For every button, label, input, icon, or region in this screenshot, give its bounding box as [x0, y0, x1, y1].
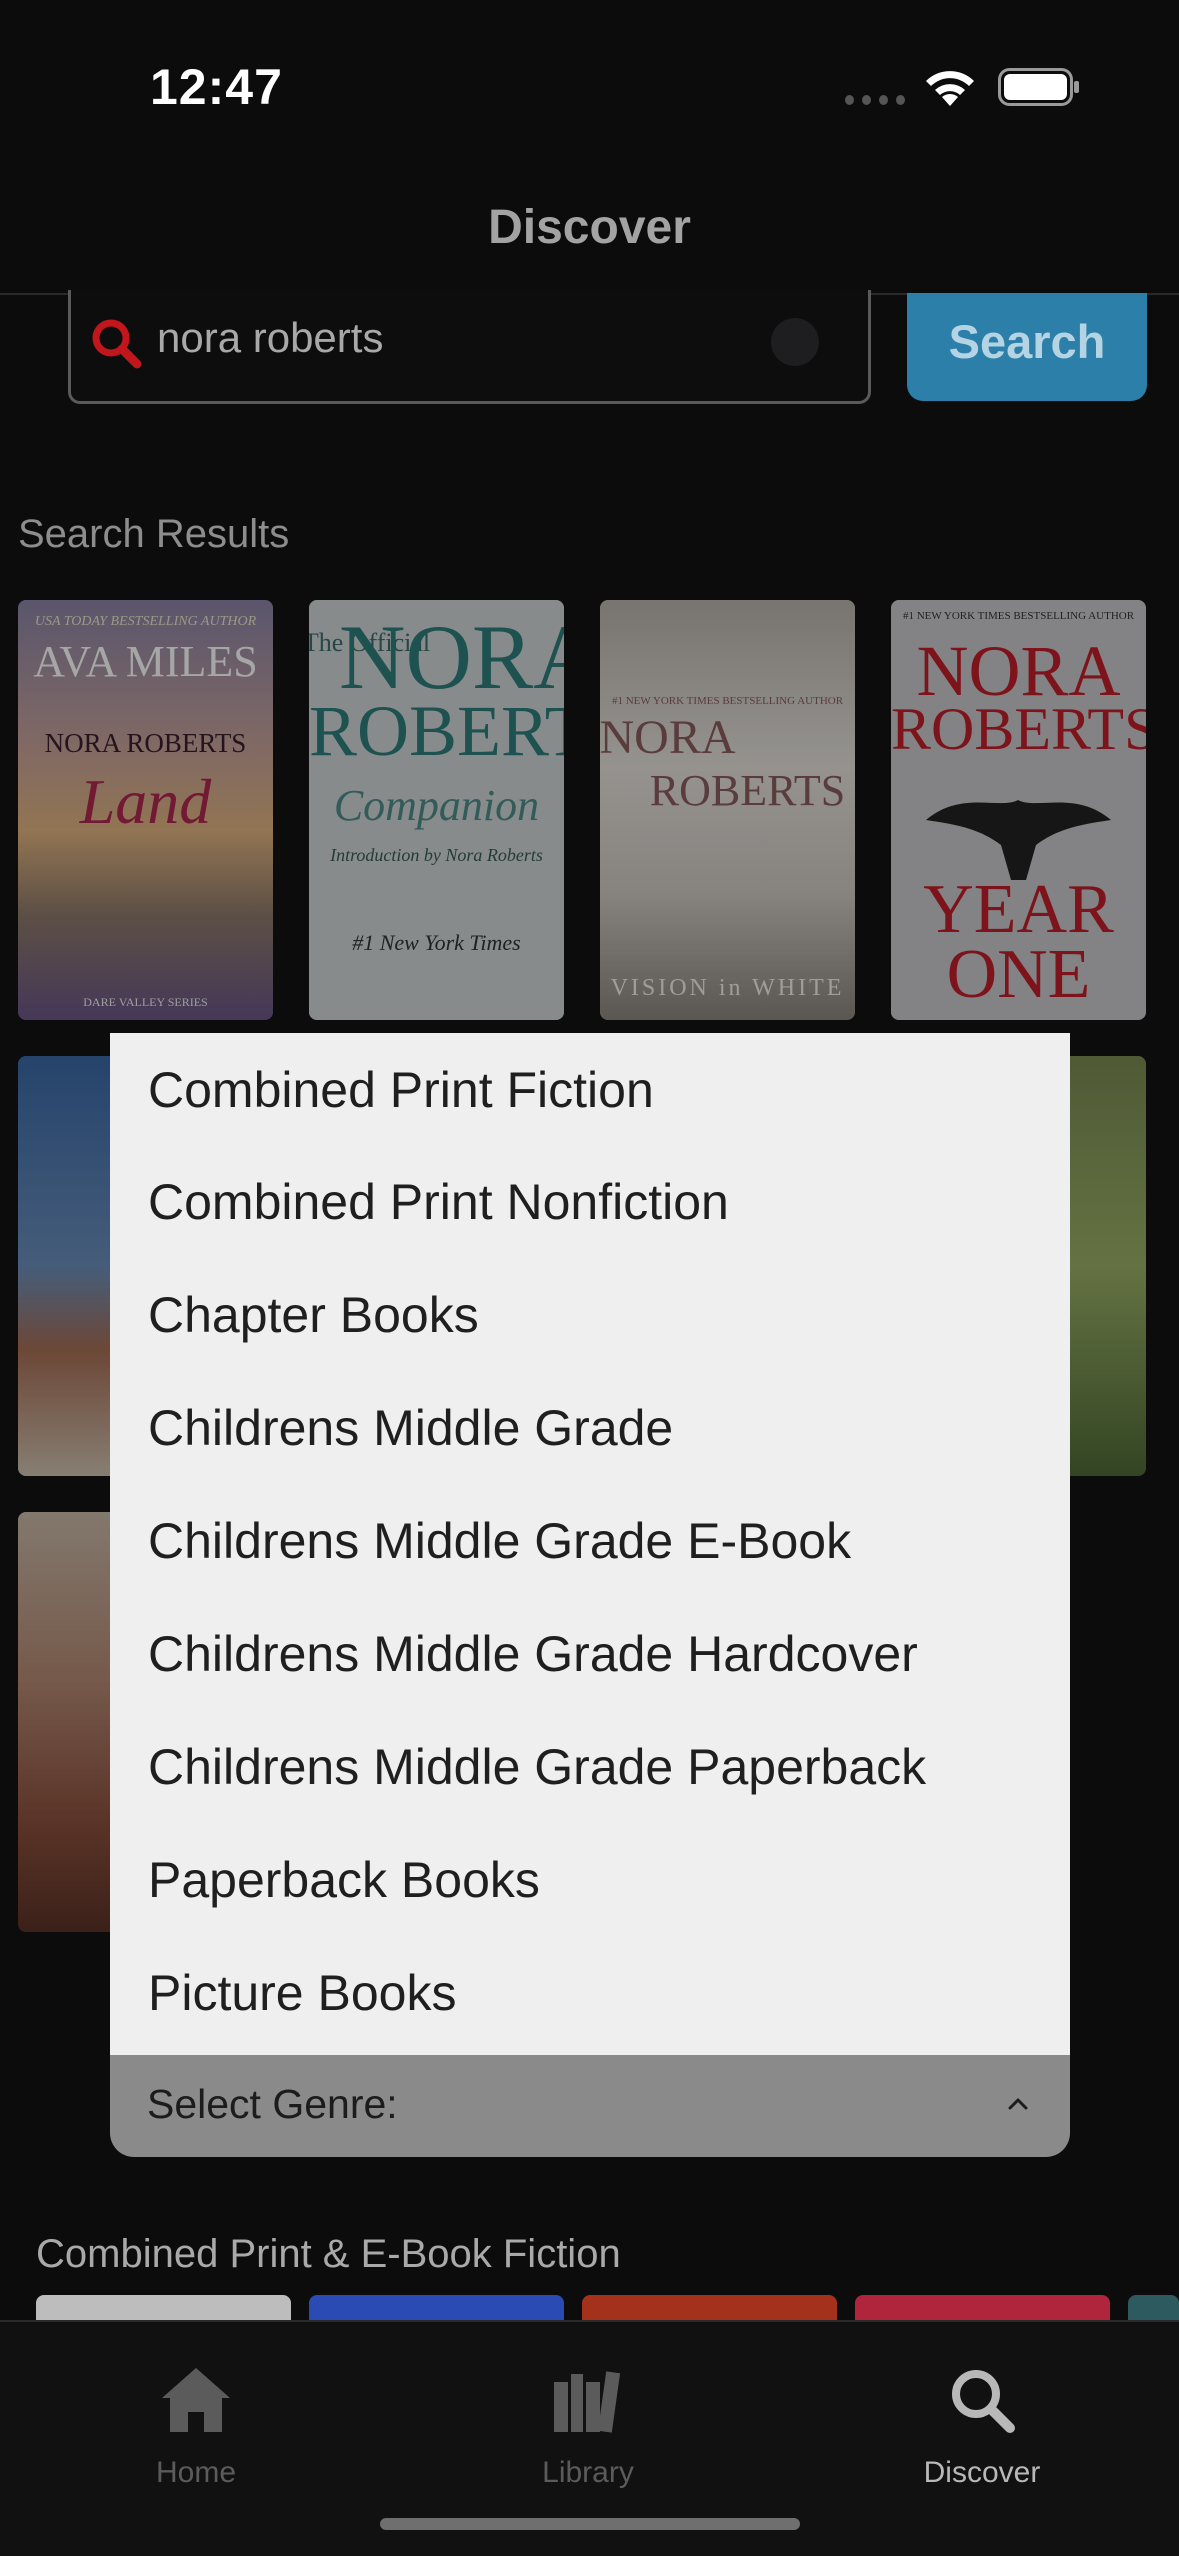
- library-icon: [554, 2371, 621, 2433]
- tab-home-label: Home: [155, 2456, 237, 2489]
- home-indicator: [380, 2518, 800, 2530]
- tab-library-label: Library: [542, 2456, 634, 2489]
- page-title: Discover: [488, 201, 691, 254]
- tab-discover[interactable]: Discover: [862, 2340, 1102, 2490]
- book-cover[interactable]: [18, 1512, 118, 1932]
- genre-option[interactable]: Combined Print Nonfiction: [110, 1120, 1070, 1233]
- genre-option[interactable]: Combined Print Fiction: [110, 1033, 1070, 1120]
- search-query: nora roberts: [157, 314, 384, 361]
- cellular-signal-icon: [845, 95, 905, 107]
- search-button[interactable]: Search: [907, 293, 1147, 401]
- search-results-title: Search Results: [18, 512, 290, 556]
- genre-select[interactable]: Select Genre:: [110, 2055, 1070, 2157]
- book-cover[interactable]: #1 NEW YORK TIMES BESTSELLING AUTHOR NOR…: [891, 600, 1146, 1020]
- battery-icon: [998, 68, 1079, 106]
- tab-discover-label: Discover: [923, 2456, 1041, 2489]
- search-input[interactable]: nora roberts: [68, 290, 871, 404]
- nav-header: Discover: [0, 170, 1179, 295]
- genre-option[interactable]: Childrens Middle Grade Hardcover: [110, 1572, 1070, 1685]
- list-section-title: Combined Print & E-Book Fiction: [36, 2232, 621, 2276]
- book-cover[interactable]: NORA #1 NEW YORK TIMES BESTSELLING AUTHO…: [600, 600, 855, 1020]
- clear-search-icon[interactable]: [771, 318, 819, 366]
- tab-home[interactable]: Home: [76, 2340, 316, 2490]
- status-time: 12:47: [150, 59, 283, 115]
- genre-option[interactable]: Childrens Middle Grade Paperback: [110, 1685, 1070, 1798]
- genre-option[interactable]: Childrens Middle Grade: [110, 1346, 1070, 1459]
- genre-option[interactable]: Chapter Books: [110, 1233, 1070, 1346]
- tab-library[interactable]: Library: [468, 2340, 708, 2490]
- search-icon: [952, 2370, 1015, 2433]
- book-cover[interactable]: USA TODAY BESTSELLING AUTHOR AVA MILES N…: [18, 600, 273, 1020]
- book-cover[interactable]: The Official NORA ROBERTS Companion Intr…: [309, 600, 564, 1020]
- genre-option[interactable]: Paperback Books: [110, 1798, 1070, 1911]
- genre-select-label: Select Genre:: [147, 2081, 398, 2127]
- genre-option[interactable]: Picture Books: [110, 1911, 1070, 2024]
- search-icon: [92, 319, 142, 369]
- home-icon: [162, 2368, 230, 2432]
- chevron-up-icon: [1008, 2098, 1028, 2110]
- status-bar: 12:47: [0, 0, 1179, 170]
- book-cover[interactable]: [18, 1056, 118, 1476]
- book-cover[interactable]: [1060, 1056, 1146, 1476]
- genre-dropdown-list: Combined Print Fiction Combined Print No…: [110, 1033, 1070, 2055]
- genre-option[interactable]: Childrens Middle Grade E-Book: [110, 1459, 1070, 1572]
- wifi-icon: [926, 71, 974, 106]
